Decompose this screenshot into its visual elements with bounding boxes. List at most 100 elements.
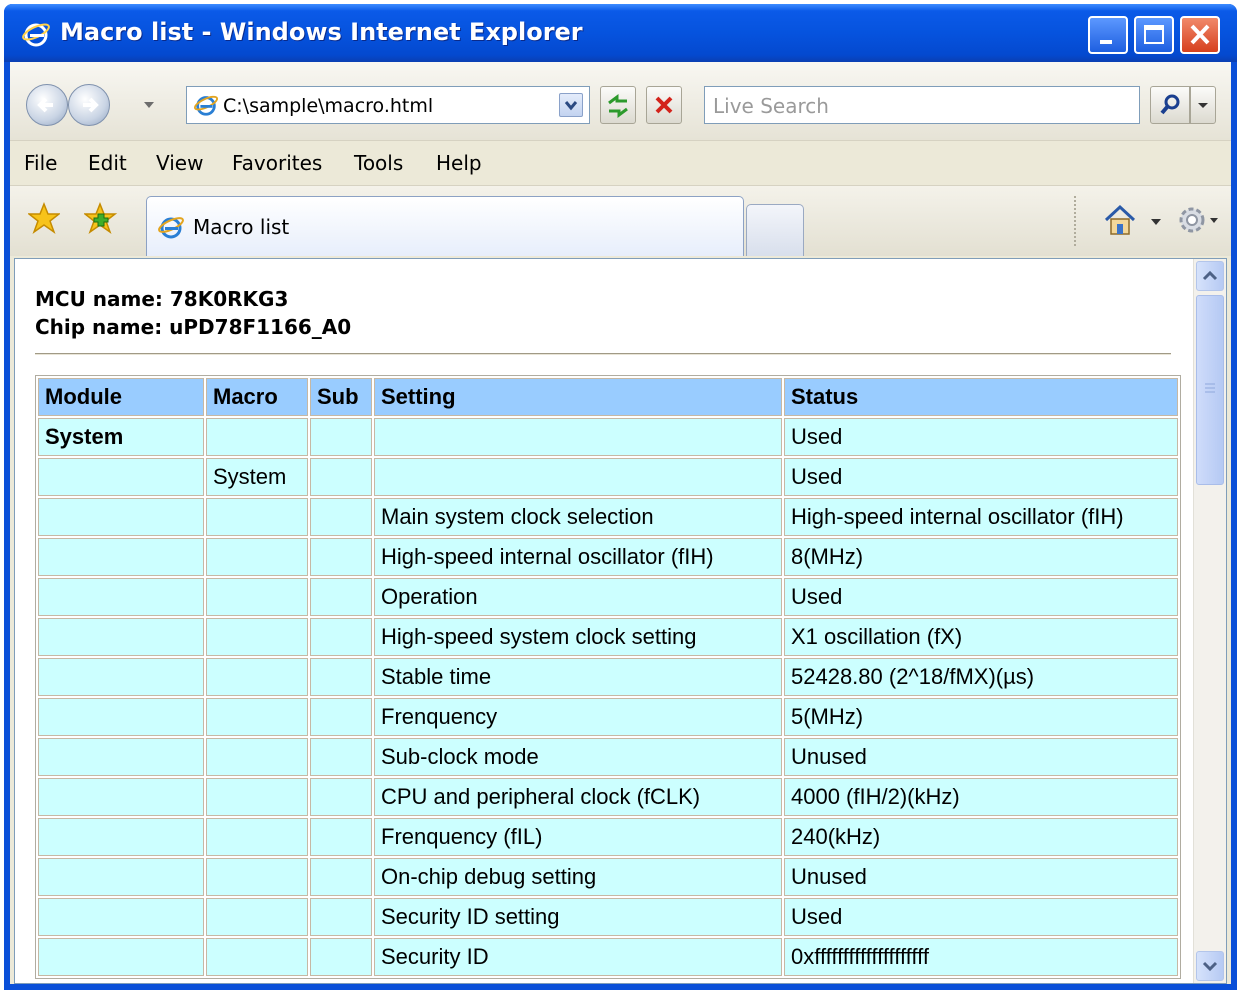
cell-setting <box>374 458 782 496</box>
navigation-toolbar: C:\sample\macro.html <box>10 62 1231 140</box>
menu-tools[interactable]: Tools <box>354 151 403 175</box>
forward-icon <box>83 97 99 113</box>
table-row: CPU and peripheral clock (fCLK) 4000 (fI… <box>38 778 1178 816</box>
cell-status: 5(MHz) <box>784 698 1178 736</box>
toolbar-separator <box>1074 196 1078 246</box>
mcu-name: MCU name: 78K0RKG3 <box>35 287 289 311</box>
back-button[interactable] <box>26 84 68 126</box>
add-favorites-icon[interactable] <box>84 202 118 234</box>
menu-edit[interactable]: Edit <box>88 151 127 175</box>
cell-setting: Security ID setting <box>374 898 782 936</box>
cell-setting: Operation <box>374 578 782 616</box>
back-icon <box>37 97 53 113</box>
table-row: On-chip debug setting Unused <box>38 858 1178 896</box>
address-url[interactable]: C:\sample\macro.html <box>223 95 433 117</box>
cell-sub <box>310 898 372 936</box>
header-macro: Macro <box>206 378 308 416</box>
title-bar[interactable]: Macro list - Windows Internet Explorer <box>4 4 1237 62</box>
cell-status: X1 oscillation (fX) <box>784 618 1178 656</box>
table-row: Security ID setting Used <box>38 898 1178 936</box>
cell-status: Used <box>784 578 1178 616</box>
cell-sub <box>310 738 372 776</box>
table-row: Sub-clock mode Unused <box>38 738 1178 776</box>
horizontal-rule <box>35 353 1171 355</box>
cell-setting <box>374 418 782 456</box>
cell-status: Used <box>784 458 1178 496</box>
stop-button[interactable] <box>646 86 682 124</box>
search-button[interactable] <box>1150 86 1190 124</box>
cell-module <box>38 578 204 616</box>
close-button[interactable] <box>1180 16 1220 54</box>
document: MCU name: 78K0RKG3 Chip name: uPD78F1166… <box>15 259 1195 983</box>
address-bar[interactable]: C:\sample\macro.html <box>186 86 590 124</box>
cell-setting: Security ID <box>374 938 782 976</box>
cell-macro: System <box>206 458 308 496</box>
search-options-dropdown[interactable] <box>1190 86 1216 124</box>
cell-setting: Frenquency (fIL) <box>374 818 782 856</box>
cell-sub <box>310 498 372 536</box>
search-input[interactable] <box>711 91 1135 121</box>
stop-icon <box>655 96 673 114</box>
search-box[interactable] <box>704 86 1140 124</box>
cell-module <box>38 938 204 976</box>
browser-client: C:\sample\macro.html File <box>10 62 1231 984</box>
cell-status: Used <box>784 898 1178 936</box>
menu-favorites[interactable]: Favorites <box>232 151 322 175</box>
tab-label: Macro list <box>193 215 290 239</box>
new-tab-button[interactable] <box>746 204 804 256</box>
minimize-button[interactable] <box>1088 16 1128 54</box>
table-row: Operation Used <box>38 578 1178 616</box>
table-body: System Used System Used Main system cloc… <box>38 418 1178 976</box>
chevron-down-icon <box>1202 961 1218 972</box>
cell-sub <box>310 778 372 816</box>
cell-module <box>38 658 204 696</box>
ie-icon <box>158 217 184 239</box>
table-row: Frenquency 5(MHz) <box>38 698 1178 736</box>
cell-module <box>38 618 204 656</box>
close-icon <box>1190 24 1210 45</box>
scroll-up-button[interactable] <box>1196 261 1224 291</box>
menu-help[interactable]: Help <box>436 151 482 175</box>
recent-pages-dropdown-icon[interactable] <box>142 100 156 110</box>
favorites-star-icon[interactable] <box>28 202 60 234</box>
address-dropdown-button[interactable] <box>559 93 583 117</box>
table-row: Stable time 52428.80 (2^18/fMX)(µs) <box>38 658 1178 696</box>
cell-setting: On-chip debug setting <box>374 858 782 896</box>
cell-setting: Sub-clock mode <box>374 738 782 776</box>
scroll-down-button[interactable] <box>1196 951 1224 981</box>
cell-macro <box>206 618 308 656</box>
cell-module <box>38 538 204 576</box>
tab-macro-list[interactable]: Macro list <box>146 196 744 256</box>
scrollbar-thumb[interactable] <box>1196 295 1224 485</box>
refresh-button[interactable] <box>600 86 636 124</box>
cell-module <box>38 898 204 936</box>
cell-sub <box>310 658 372 696</box>
header-status: Status <box>784 378 1178 416</box>
menu-file[interactable]: File <box>24 151 57 175</box>
header-setting: Setting <box>374 378 782 416</box>
cell-setting: High-speed system clock setting <box>374 618 782 656</box>
cell-macro <box>206 698 308 736</box>
cell-status: High-speed internal oscillator (fIH) <box>784 498 1178 536</box>
vertical-scrollbar[interactable] <box>1193 259 1226 983</box>
cell-macro <box>206 658 308 696</box>
menu-view[interactable]: View <box>156 151 203 175</box>
table-row: System Used <box>38 418 1178 456</box>
macro-table: Module Macro Sub Setting Status System U… <box>35 375 1181 979</box>
maximize-button[interactable] <box>1134 16 1174 54</box>
cell-module <box>38 698 204 736</box>
page-ie-icon <box>193 95 219 116</box>
window-title: Macro list - Windows Internet Explorer <box>60 18 583 46</box>
tools-gear-icon[interactable] <box>1174 200 1220 240</box>
cell-sub <box>310 858 372 896</box>
chip-name: Chip name: uPD78F1166_A0 <box>35 315 352 339</box>
forward-button[interactable] <box>68 84 110 126</box>
refresh-icon <box>608 94 628 118</box>
table-row: System Used <box>38 458 1178 496</box>
home-icon[interactable] <box>1100 202 1140 238</box>
cell-macro <box>206 538 308 576</box>
cell-setting: Frenquency <box>374 698 782 736</box>
home-dropdown-icon[interactable] <box>1150 218 1162 226</box>
table-row: Security ID 0xffffffffffffffffffff <box>38 938 1178 976</box>
cell-macro <box>206 938 308 976</box>
